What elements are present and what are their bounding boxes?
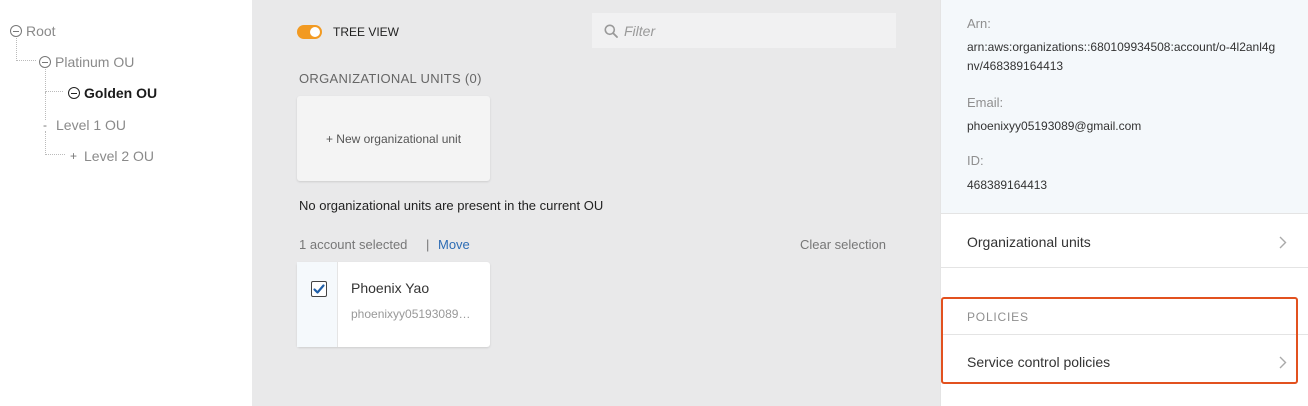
plus-icon[interactable]: + bbox=[70, 149, 77, 163]
ou-tree: Root Platinum OU Golden OU - Level 1 OU … bbox=[0, 0, 252, 406]
email-value: phoenixyy05193089@gmail.com bbox=[967, 119, 1142, 133]
toggle-knob bbox=[310, 27, 320, 37]
tree-connector bbox=[45, 92, 46, 120]
chevron-right-icon bbox=[1279, 236, 1287, 249]
nav-service-control-policies[interactable]: Service control policies bbox=[941, 335, 1308, 389]
arn-label: Arn: bbox=[967, 16, 991, 31]
main-panel: TREE VIEW ORGANIZATIONAL UNITS (0) + New… bbox=[252, 0, 940, 406]
tree-connector bbox=[16, 38, 36, 61]
nav-label: Organizational units bbox=[967, 234, 1091, 250]
collapse-icon[interactable] bbox=[68, 87, 80, 99]
checkmark-icon bbox=[313, 284, 325, 294]
account-details: Arn: arn:aws:organizations::680109934508… bbox=[941, 0, 1308, 214]
filter-input[interactable] bbox=[624, 22, 884, 39]
tree-connector bbox=[45, 131, 65, 155]
tree-node-label: Level 2 OU bbox=[84, 148, 155, 164]
id-label: ID: bbox=[967, 153, 984, 168]
new-ou-button[interactable]: + New organizational unit bbox=[297, 96, 490, 181]
selected-count: 1 account selected bbox=[299, 237, 408, 252]
policies-section-title: POLICIES bbox=[967, 310, 1029, 324]
account-email: phoenixyy05193089@gmail.com bbox=[351, 307, 479, 321]
email-label: Email: bbox=[967, 95, 1004, 110]
account-name: Phoenix Yao bbox=[351, 280, 430, 296]
tree-node-level-2-ou[interactable]: + Level 2 OU bbox=[70, 148, 154, 164]
tree-node-label: Platinum OU bbox=[55, 54, 135, 70]
tree-view-label: TREE VIEW bbox=[333, 25, 400, 39]
tree-node-label: Level 1 OU bbox=[56, 117, 127, 133]
tree-node-golden-ou[interactable]: Golden OU bbox=[68, 85, 157, 101]
nav-organizational-units[interactable]: Organizational units bbox=[941, 215, 1308, 269]
account-checkbox[interactable] bbox=[311, 281, 327, 297]
move-link[interactable]: Move bbox=[438, 237, 470, 252]
tree-view-toggle[interactable] bbox=[297, 25, 322, 39]
chevron-right-icon bbox=[1279, 356, 1287, 369]
collapse-icon[interactable] bbox=[10, 25, 22, 37]
account-card[interactable]: Phoenix Yao phoenixyy05193089@gmail.com bbox=[297, 262, 490, 347]
clear-selection-link[interactable]: Clear selection bbox=[800, 237, 886, 252]
tree-node-platinum-ou[interactable]: Platinum OU bbox=[39, 54, 134, 70]
selection-separator: | bbox=[426, 237, 430, 252]
arn-value: arn:aws:organizations::680109934508:acco… bbox=[967, 40, 1276, 73]
tree-node-level-1-ou[interactable]: - Level 1 OU bbox=[42, 117, 126, 133]
tree-connector bbox=[45, 69, 63, 92]
collapse-icon[interactable] bbox=[39, 56, 51, 68]
nav-label: Service control policies bbox=[967, 354, 1111, 370]
minus-icon[interactable]: - bbox=[42, 118, 48, 132]
id-value: 468389164413 bbox=[967, 178, 1048, 192]
divider bbox=[941, 267, 1308, 268]
tree-node-root[interactable]: Root bbox=[10, 23, 56, 39]
empty-ou-message: No organizational units are present in t… bbox=[299, 198, 604, 213]
details-panel: Arn: arn:aws:organizations::680109934508… bbox=[940, 0, 1308, 406]
filter-box[interactable] bbox=[592, 13, 896, 48]
tree-node-label: Root bbox=[26, 23, 56, 39]
tree-node-label: Golden OU bbox=[84, 85, 158, 101]
search-icon bbox=[604, 24, 618, 38]
ou-section-title: ORGANIZATIONAL UNITS (0) bbox=[299, 71, 482, 86]
card-select-area bbox=[297, 262, 338, 347]
